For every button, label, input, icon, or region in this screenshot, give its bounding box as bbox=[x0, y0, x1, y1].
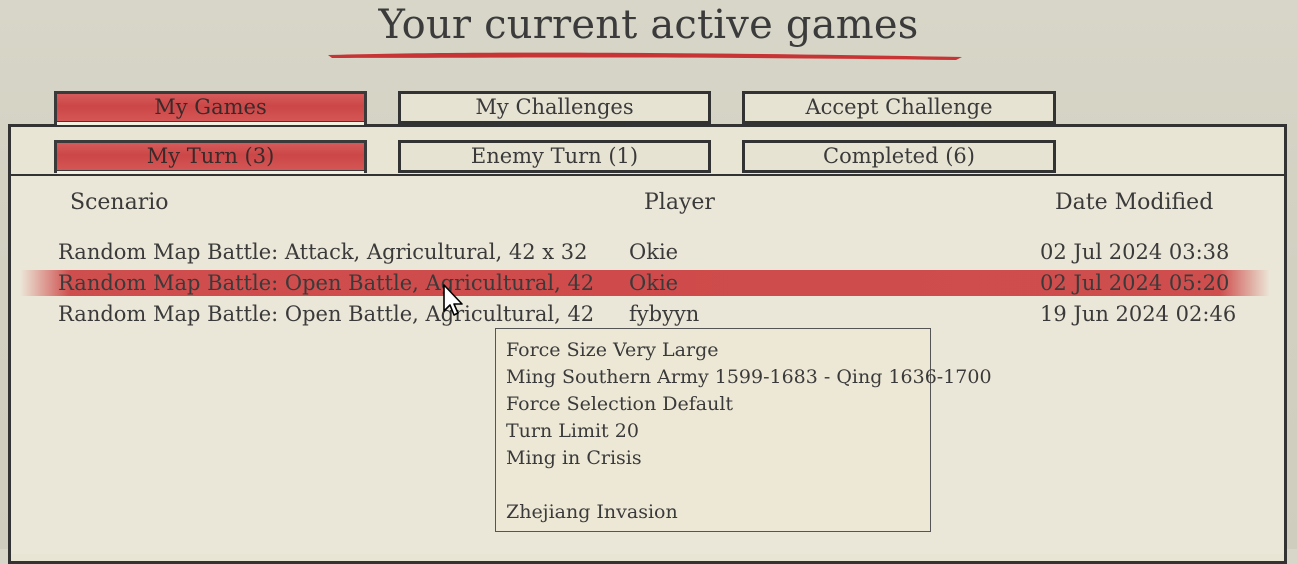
tab-completed[interactable]: Completed (6) bbox=[742, 140, 1056, 173]
column-header-scenario[interactable]: Scenario bbox=[70, 190, 169, 215]
tab-my-challenges[interactable]: My Challenges bbox=[398, 91, 711, 124]
tooltip-line bbox=[506, 472, 920, 499]
row-date: 19 Jun 2024 02:46 bbox=[1040, 302, 1237, 326]
title-underline-stroke bbox=[328, 52, 962, 60]
row-date: 02 Jul 2024 03:38 bbox=[1040, 240, 1230, 264]
table-row[interactable]: Random Map Battle: Attack, Agricultural,… bbox=[0, 237, 1297, 267]
tooltip-line: Zhejiang Invasion bbox=[506, 501, 678, 523]
tooltip-line: Force Selection Default bbox=[506, 393, 734, 415]
page-title: Your current active games bbox=[378, 2, 919, 48]
game-details-tooltip: Force Size Very Large Ming Southern Army… bbox=[495, 328, 992, 532]
column-header-player[interactable]: Player bbox=[644, 190, 715, 215]
tab-accept-challenge[interactable]: Accept Challenge bbox=[742, 91, 1056, 124]
tooltip-line: Ming Southern Army 1599-1683 - Qing 1636… bbox=[506, 366, 992, 388]
row-scenario: Random Map Battle: Attack, Agricultural,… bbox=[58, 240, 594, 264]
column-header-date-modified[interactable]: Date Modified bbox=[1055, 190, 1213, 215]
row-date: 02 Jul 2024 05:20 bbox=[1040, 271, 1230, 295]
tooltip-line: Ming in Crisis bbox=[506, 447, 642, 469]
row-player: fybyyn bbox=[629, 302, 700, 326]
row-scenario: Random Map Battle: Open Battle, Agricult… bbox=[58, 271, 594, 295]
tab-my-games[interactable]: My Games bbox=[54, 91, 367, 125]
row-scenario: Random Map Battle: Open Battle, Agricult… bbox=[58, 302, 594, 326]
table-row[interactable]: Random Map Battle: Open Battle, Agricult… bbox=[0, 299, 1297, 329]
tooltip-line: Turn Limit 20 bbox=[506, 420, 639, 442]
table-row-selected[interactable]: Random Map Battle: Open Battle, Agricult… bbox=[0, 268, 1297, 298]
tab-my-turn[interactable]: My Turn (3) bbox=[54, 140, 367, 174]
row-player: Okie bbox=[629, 240, 679, 264]
tooltip-line: Force Size Very Large bbox=[506, 339, 719, 361]
row-player: Okie bbox=[629, 271, 679, 295]
mouse-pointer-icon bbox=[443, 284, 463, 316]
tab-enemy-turn[interactable]: Enemy Turn (1) bbox=[398, 140, 711, 173]
